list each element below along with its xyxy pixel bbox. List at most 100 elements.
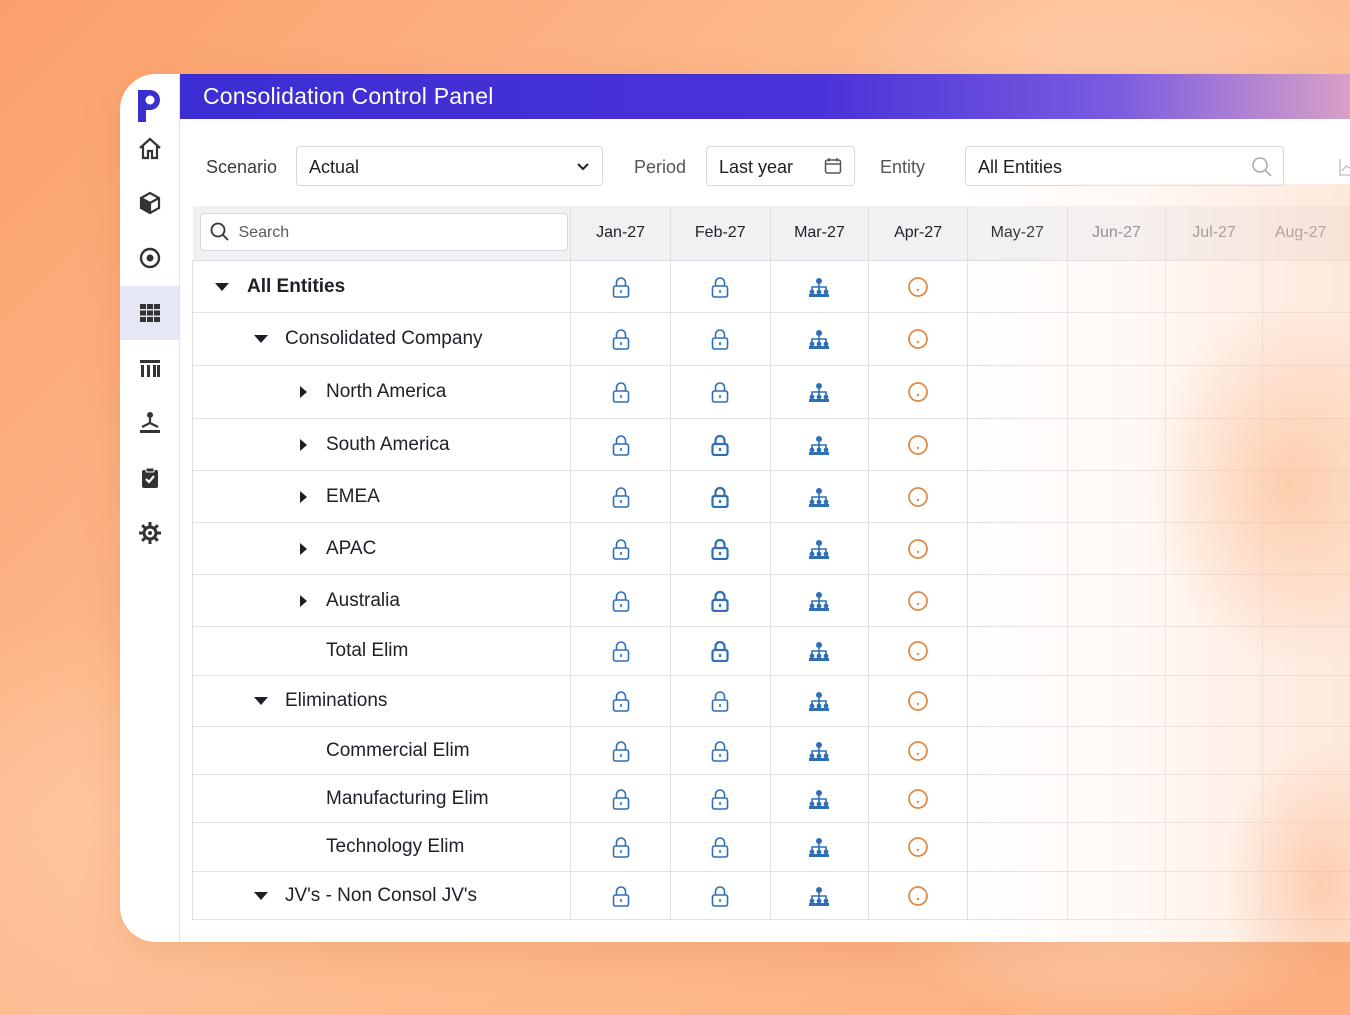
table-row[interactable]: Total Elim (191, 626, 1350, 676)
hierarchy-icon[interactable] (807, 435, 831, 455)
table-row[interactable]: Technology Elim (191, 822, 1350, 872)
caret-down-icon[interactable] (254, 695, 268, 707)
status-cell (770, 312, 870, 366)
status-cell (868, 822, 968, 872)
table-row[interactable]: APAC (191, 522, 1350, 575)
lock-icon[interactable] (612, 538, 630, 560)
hierarchy-icon[interactable] (807, 837, 831, 857)
empty-cell (1067, 822, 1167, 872)
lock-icon[interactable] (711, 836, 729, 858)
pending-icon[interactable] (907, 328, 929, 350)
hierarchy-icon[interactable] (807, 277, 831, 297)
lock-icon[interactable] (711, 640, 729, 662)
lock-icon[interactable] (612, 690, 630, 712)
lock-icon[interactable] (612, 328, 630, 350)
sidebar-item-gear[interactable] (120, 506, 179, 560)
lock-icon[interactable] (612, 788, 630, 810)
sidebar-item-cube[interactable] (120, 176, 179, 230)
pending-icon[interactable] (907, 590, 929, 612)
pending-icon[interactable] (907, 885, 929, 907)
caret-down-icon[interactable] (215, 281, 229, 293)
calendar-icon[interactable] (824, 157, 842, 175)
lock-icon[interactable] (612, 590, 630, 612)
pending-icon[interactable] (907, 381, 929, 403)
hierarchy-icon[interactable] (807, 886, 831, 906)
grid-search-input[interactable] (236, 221, 541, 245)
lock-icon[interactable] (612, 276, 630, 298)
caret-down-icon[interactable] (254, 333, 268, 345)
caret-right-icon[interactable] (296, 594, 310, 607)
hierarchy-icon[interactable] (807, 691, 831, 711)
empty-cell (1262, 418, 1350, 471)
hierarchy-icon[interactable] (807, 789, 831, 809)
caret-right-icon[interactable] (296, 386, 310, 398)
empty-cell (1067, 871, 1167, 920)
caret-right-icon[interactable] (296, 542, 310, 555)
hierarchy-icon[interactable] (807, 382, 831, 402)
status-cell (670, 365, 771, 419)
lock-icon[interactable] (612, 885, 630, 907)
hierarchy-icon[interactable] (807, 591, 831, 611)
lock-icon[interactable] (711, 590, 729, 612)
caret-right-icon[interactable] (296, 438, 310, 451)
table-row[interactable]: Australia (191, 574, 1350, 627)
lock-icon[interactable] (711, 486, 729, 508)
table-row[interactable]: Consolidated Company (191, 312, 1350, 366)
lock-icon[interactable] (711, 434, 729, 456)
sidebar-item-building[interactable] (120, 341, 179, 395)
lock-icon[interactable] (612, 640, 630, 662)
status-cell (570, 774, 671, 823)
lock-icon[interactable] (711, 381, 729, 403)
pending-icon[interactable] (907, 836, 929, 858)
status-cell (770, 365, 870, 419)
lock-icon[interactable] (711, 538, 729, 560)
period-picker[interactable]: Last year (706, 146, 855, 186)
sidebar-item-target[interactable] (120, 231, 179, 285)
lock-icon[interactable] (612, 381, 630, 403)
table-row[interactable]: South America (191, 418, 1350, 471)
sidebar-item-home[interactable] (120, 122, 179, 176)
sidebar-item-hierarchy[interactable] (120, 396, 179, 450)
table-row[interactable]: JV's - Non Consol JV's (191, 871, 1350, 920)
pending-icon[interactable] (907, 486, 929, 508)
hierarchy-icon[interactable] (807, 487, 831, 507)
lock-icon[interactable] (711, 885, 729, 907)
pending-icon[interactable] (907, 740, 929, 762)
sidebar-item-grid[interactable] (120, 286, 179, 340)
lock-icon[interactable] (711, 690, 729, 712)
table-row[interactable]: Commercial Elim (191, 726, 1350, 775)
lock-icon[interactable] (711, 276, 729, 298)
pending-icon[interactable] (907, 538, 929, 560)
lock-icon[interactable] (612, 434, 630, 456)
hierarchy-icon[interactable] (807, 539, 831, 559)
lock-icon[interactable] (711, 788, 729, 810)
search-icon[interactable] (1251, 156, 1273, 178)
table-row[interactable]: EMEA (191, 470, 1350, 523)
table-row[interactable]: Eliminations (191, 675, 1350, 727)
pending-icon[interactable] (907, 276, 929, 298)
chart-icon[interactable] (1338, 157, 1350, 177)
pending-icon[interactable] (907, 640, 929, 662)
table-row[interactable]: North America (191, 365, 1350, 419)
entity-search[interactable]: All Entities (965, 146, 1284, 186)
hierarchy-icon[interactable] (807, 641, 831, 661)
status-cell (868, 675, 968, 727)
hierarchy-icon[interactable] (807, 741, 831, 761)
sidebar-item-clipboard-check[interactable] (120, 451, 179, 505)
grid-search[interactable] (199, 213, 568, 251)
table-row[interactable]: Manufacturing Elim (191, 774, 1350, 823)
caret-right-icon[interactable] (296, 490, 310, 503)
lock-icon[interactable] (711, 328, 729, 350)
pending-icon[interactable] (907, 788, 929, 810)
empty-cell (1165, 260, 1263, 313)
hierarchy-icon[interactable] (807, 329, 831, 349)
scenario-select[interactable]: Actual (296, 146, 603, 186)
lock-icon[interactable] (711, 740, 729, 762)
pending-icon[interactable] (907, 690, 929, 712)
table-row[interactable]: All Entities (191, 260, 1350, 313)
lock-icon[interactable] (612, 836, 630, 858)
caret-down-icon[interactable] (254, 890, 268, 902)
pending-icon[interactable] (907, 434, 929, 456)
lock-icon[interactable] (612, 486, 630, 508)
lock-icon[interactable] (612, 740, 630, 762)
